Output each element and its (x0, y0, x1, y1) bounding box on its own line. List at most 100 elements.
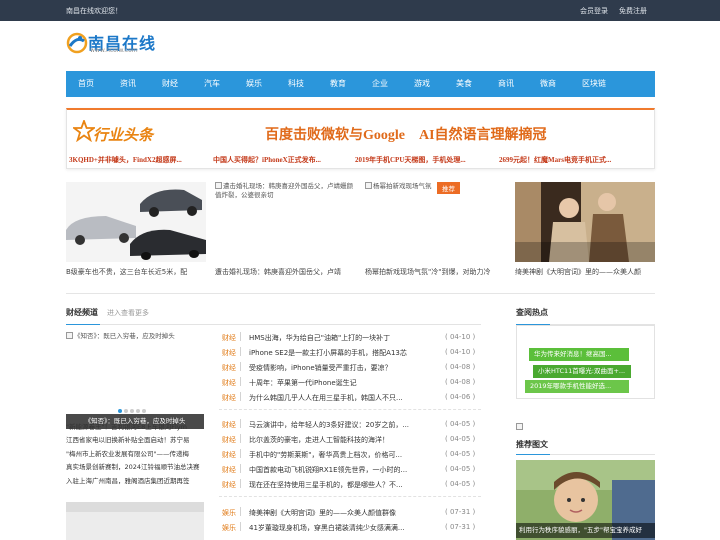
news-category[interactable]: 财经 (222, 393, 236, 403)
news-title[interactable]: iPhone SE2是一款主打小屏幕的手机，搭配A13芯 (249, 348, 441, 358)
news-category[interactable]: 财经 (222, 435, 236, 445)
finance-section-title: 财经频道 (66, 308, 98, 317)
slider-dot[interactable] (142, 409, 146, 413)
list-item[interactable]: 江西省家电以旧换新补贴全面启动！苏宁易 (66, 434, 209, 447)
nav-item-finance[interactable]: 财经 (162, 78, 178, 89)
recommend-badge: 推荐 (437, 182, 460, 194)
news-title[interactable]: 绮美神剧《大明宫词》里的——众美人颜值群像 (249, 508, 441, 518)
nav-item-auto[interactable]: 汽车 (204, 78, 220, 89)
nav-item-tech[interactable]: 科技 (288, 78, 304, 89)
news-row[interactable]: 财经 HMS出海，华为给自己"油箱"上打的一块补丁 ( 04-10 ) (219, 331, 481, 346)
news-row[interactable]: 财经 比尔盖茨的豪宅，走进人工智能科技的海洋！ ( 04-05 ) (219, 433, 481, 448)
news-category[interactable]: 财经 (222, 363, 236, 373)
nav-item-news[interactable]: 资讯 (120, 78, 136, 89)
news-title[interactable]: 41岁董璇现身机场，穿黑白裙装清纯少女感满满... (249, 523, 441, 533)
nav-item-edu[interactable]: 教育 (330, 78, 346, 89)
headline-sub-2[interactable]: 中国人买得起？iPhoneX正式发布... (213, 155, 321, 165)
list-item[interactable]: "新能源卷王"！吉利银河E8上车银河Flym (66, 421, 209, 434)
hot-topics-title: 查阅热点 (516, 308, 548, 317)
slider-dot[interactable] (124, 409, 128, 413)
news-row[interactable]: 财经 受疫情影响，iPhone销量受严重打击，要凉？ ( 04-08 ) (219, 361, 481, 376)
news-date: ( 07-31 ) (445, 523, 476, 531)
news-row[interactable]: 财经 手机中的"劳斯莱斯"，奢华高贵上档次，价格可... ( 04-05 ) (219, 448, 481, 463)
list-item[interactable]: "梅州市上新农业发展有限公司"——传递梅 (66, 448, 209, 461)
news-category[interactable]: 财经 (222, 348, 236, 358)
list-item[interactable]: 真实场景创新赛制，2024江铃福顺节油总决赛 (66, 461, 209, 474)
finance-slider[interactable]: 《知否》：既已入穷巷，应及时掉头 《知否》：既已入穷巷，应及时掉头 (66, 332, 204, 429)
hot-tags-box: 华为传来好消息！继高国... 小米HTC11首曝光:双曲面+... 2019年哪… (516, 325, 655, 399)
news-row[interactable]: 财经 为什么韩国几乎人人在用三星手机，韩国人不只... ( 04-06 ) (219, 391, 481, 406)
news-date: ( 04-05 ) (445, 465, 476, 473)
news-title[interactable]: 十周年：苹果第一代iPhone诞生记 (249, 378, 441, 388)
photo-card-cars[interactable]: B级豪车也不贵，这三台车长近5米，配 (66, 182, 206, 280)
news-title[interactable]: 中国首款电动飞机锐翔RX1E领先世界，一小时的... (249, 465, 441, 475)
welcome-text: 南昌在线欢迎您！ (66, 7, 122, 15)
headline-sub-4[interactable]: 2699元起！红魔Mars电竞手机正式... (499, 155, 611, 165)
recommended-pic-card[interactable]: 利用行为秩序貌感丽，"五步"帮宝宝养成好 (516, 460, 655, 540)
news-date: ( 04-06 ) (445, 393, 476, 401)
photo-caption: 杨幂拍新戏现场气氛"冷"到爆，对助力冷 (365, 268, 491, 276)
slider-dot[interactable] (118, 409, 122, 413)
hot-tag[interactable]: 2019年哪款手机性能好选... (525, 380, 629, 393)
palace-illustration (515, 182, 655, 262)
finance-more-link[interactable]: 进入查看更多 (107, 308, 149, 318)
news-title[interactable]: 马云演讲中，给年轻人的3条好建议：20岁之前，... (249, 420, 441, 430)
news-category[interactable]: 财经 (222, 333, 236, 343)
nav-item-commerce[interactable]: 商讯 (498, 78, 514, 89)
image-alt-text: 《知否》：既已入穷巷，应及时掉头 (74, 332, 175, 340)
news-category[interactable]: 娱乐 (222, 523, 236, 533)
broken-image: 遭击婚礼现场：韩庚喜迎外国岳父，卢靖姗颜值炸裂，公婆很亲切 (215, 182, 355, 200)
broken-image-icon (215, 182, 222, 189)
headline-sub-1[interactable]: 3KQHD+并非噱头，FindX2超感屏... (69, 155, 182, 165)
news-row[interactable]: 财经 现在还在坚持使用三星手机的，都是哪些人？不... ( 04-05 ) (219, 478, 481, 493)
news-row[interactable]: 娱乐 绮美神剧《大明宫词》里的——众美人颜值群像 ( 07-31 ) (219, 506, 481, 521)
left-news-list: "新能源卷王"！吉利银河E8上车银河Flym 江西省家电以旧换新补贴全面启动！苏… (66, 421, 209, 488)
badge-text: 行业头条 (93, 126, 154, 144)
slider-dot[interactable] (136, 409, 140, 413)
news-date: ( 04-05 ) (445, 420, 476, 428)
news-row[interactable]: 财经 iPhone SE2是一款主打小屏幕的手机，搭配A13芯 ( 04-10 ) (219, 346, 481, 361)
list-item[interactable]: 入驻上海广州南昌，雅阁酒店集团近期再签 (66, 475, 209, 488)
broken-image-icon (365, 182, 372, 189)
news-title[interactable]: 为什么韩国几乎人人在用三星手机，韩国人不只... (249, 393, 441, 403)
nav-item-wechat[interactable]: 微商 (540, 78, 556, 89)
nav-item-games[interactable]: 游戏 (414, 78, 430, 89)
news-title[interactable]: 比尔盖茨的豪宅，走进人工智能科技的海洋！ (249, 435, 441, 445)
nav-item-home[interactable]: 首页 (78, 78, 94, 89)
hot-tag[interactable]: 小米HTC11首曝光:双曲面+... (533, 365, 631, 378)
news-category[interactable]: 财经 (222, 450, 236, 460)
photo-card-wedding[interactable]: 遭击婚礼现场：韩庚喜迎外国岳父，卢靖姗颜值炸裂，公婆很亲切 遭击婚礼现场：韩庚喜… (215, 182, 355, 280)
news-row[interactable]: 财经 十周年：苹果第一代iPhone诞生记 ( 04-08 ) (219, 376, 481, 391)
nav-item-business[interactable]: 企业 (372, 78, 388, 89)
slider-dot[interactable] (130, 409, 134, 413)
nav-item-blockchain[interactable]: 区块链 (582, 78, 606, 89)
headline-title[interactable]: 百度击败微软与Google AI自然语言理解摘冠 (265, 124, 547, 144)
news-date: ( 04-08 ) (445, 378, 476, 386)
news-category[interactable]: 财经 (222, 378, 236, 388)
nav-item-food[interactable]: 美食 (456, 78, 472, 89)
car-image (66, 182, 206, 262)
site-logo[interactable]: 南昌在线 www.ncolw.com (66, 30, 176, 56)
nav-item-ent[interactable]: 娱乐 (246, 78, 262, 89)
photo-card-palace[interactable]: 绮美神剧《大明宫词》里的——众美人颜 (515, 182, 655, 280)
news-row[interactable]: 娱乐 41岁董璇现身机场，穿黑白裙装清纯少女感满满... ( 07-31 ) (219, 521, 481, 536)
news-row[interactable]: 财经 中国首款电动飞机锐翔RX1E领先世界，一小时的... ( 04-05 ) (219, 463, 481, 478)
bottom-left-image[interactable] (66, 502, 204, 540)
news-title[interactable]: 受疫情影响，iPhone销量受严重打击，要凉？ (249, 363, 441, 373)
news-category[interactable]: 财经 (222, 465, 236, 475)
news-title[interactable]: HMS出海，华为给自己"油箱"上打的一块补丁 (249, 333, 441, 343)
headline-sub-3[interactable]: 2019年手机CPU天梯图，手机处理... (355, 155, 466, 165)
photo-card-drama[interactable]: 杨幂拍新戏现场气氛 推荐 杨幂拍新戏现场气氛"冷"到爆，对助力冷 (365, 182, 505, 280)
register-link[interactable]: 免费注册 (619, 6, 647, 16)
login-link[interactable]: 会员登录 (580, 6, 608, 16)
hot-tag[interactable]: 华为传来好消息！继高国... (529, 348, 629, 361)
broken-image-icon (516, 423, 523, 430)
star-icon (73, 120, 95, 142)
news-title[interactable]: 现在还在坚持使用三星手机的，都是哪些人？不... (249, 480, 441, 490)
news-category[interactable]: 娱乐 (222, 508, 236, 518)
news-title[interactable]: 手机中的"劳斯莱斯"，奢华高贵上档次，价格可... (249, 450, 441, 460)
news-row[interactable]: 财经 马云演讲中，给年轻人的3条好建议：20岁之前，... ( 04-05 ) (219, 418, 481, 433)
photo-caption: 遭击婚礼现场：韩庚喜迎外国岳父，卢靖 (215, 268, 341, 276)
news-category[interactable]: 财经 (222, 420, 236, 430)
news-category[interactable]: 财经 (222, 480, 236, 490)
